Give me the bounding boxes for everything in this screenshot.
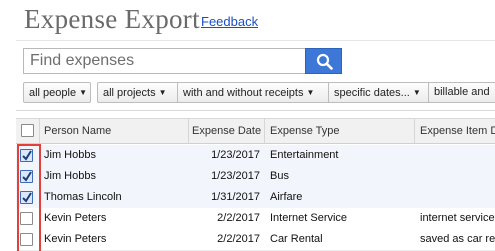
table-row[interactable]: Jim Hobbs 1/23/2017 Bus xyxy=(16,166,495,188)
filter-billable[interactable]: billable and xyxy=(428,82,495,103)
row-checkbox[interactable] xyxy=(20,191,33,204)
table-row[interactable]: Kevin Peters 2/2/2017 Internet Service i… xyxy=(16,208,495,230)
person-name: Jim Hobbs xyxy=(44,170,96,182)
expense-date: 1/23/2017 xyxy=(211,149,260,161)
search-button[interactable] xyxy=(305,48,342,74)
expense-type: Airfare xyxy=(270,191,303,203)
column-header-type[interactable]: Expense Type xyxy=(270,119,340,143)
expense-item: internet service xyxy=(420,212,495,224)
column-header-item[interactable]: Expense Item D xyxy=(420,119,495,143)
page-title: Expense Export xyxy=(24,4,200,34)
check-icon xyxy=(22,150,32,161)
select-all-checkbox[interactable] xyxy=(21,124,34,137)
column-divider xyxy=(188,119,189,143)
row-checkbox[interactable] xyxy=(20,233,33,246)
search-input[interactable] xyxy=(23,48,305,74)
check-icon xyxy=(22,171,32,182)
filter-receipts[interactable]: with and without receipts ▼ xyxy=(177,82,347,103)
row-checkbox[interactable] xyxy=(20,149,33,162)
check-icon xyxy=(22,192,32,203)
caret-down-icon: ▼ xyxy=(79,88,88,97)
expense-type: Bus xyxy=(270,170,289,182)
table-row[interactable]: Kevin Peters 2/2/2017 Car Rental saved a… xyxy=(16,229,495,251)
expense-type: Internet Service xyxy=(270,212,348,224)
person-name: Jim Hobbs xyxy=(44,149,96,161)
grid-divider xyxy=(16,110,495,111)
expense-date: 2/2/2017 xyxy=(217,233,260,245)
expense-date: 2/2/2017 xyxy=(217,212,260,224)
caret-down-icon: ▼ xyxy=(412,88,421,97)
column-divider xyxy=(414,119,415,143)
expense-type: Entertainment xyxy=(270,149,339,161)
table-header: Person Name Expense Date Expense Type Ex… xyxy=(16,118,495,144)
column-header-date[interactable]: Expense Date xyxy=(192,119,261,143)
feedback-link[interactable]: Feedback xyxy=(201,14,258,29)
expense-item xyxy=(420,187,495,208)
filter-people[interactable]: all people ▼ xyxy=(23,82,91,103)
column-header-person[interactable]: Person Name xyxy=(44,119,111,143)
row-checkbox[interactable] xyxy=(20,212,33,225)
column-divider xyxy=(39,119,40,143)
expense-item xyxy=(420,145,495,166)
caret-down-icon: ▼ xyxy=(158,88,167,97)
expense-item xyxy=(420,166,495,187)
expense-date: 1/31/2017 xyxy=(211,191,260,203)
table-row[interactable]: Thomas Lincoln 1/31/2017 Airfare xyxy=(16,187,495,209)
person-name: Kevin Peters xyxy=(44,233,107,245)
table-row[interactable]: Jim Hobbs 1/23/2017 Entertainment xyxy=(16,145,495,167)
title-divider xyxy=(16,40,495,41)
caret-down-icon: ▼ xyxy=(306,88,315,97)
search-icon xyxy=(316,53,333,70)
person-name: Kevin Peters xyxy=(44,212,107,224)
expense-date: 1/23/2017 xyxy=(211,170,260,182)
expense-type: Car Rental xyxy=(270,233,323,245)
column-divider xyxy=(264,119,265,143)
person-name: Thomas Lincoln xyxy=(44,191,122,203)
row-checkbox[interactable] xyxy=(20,170,33,183)
expense-item: saved as car rer xyxy=(420,233,495,245)
